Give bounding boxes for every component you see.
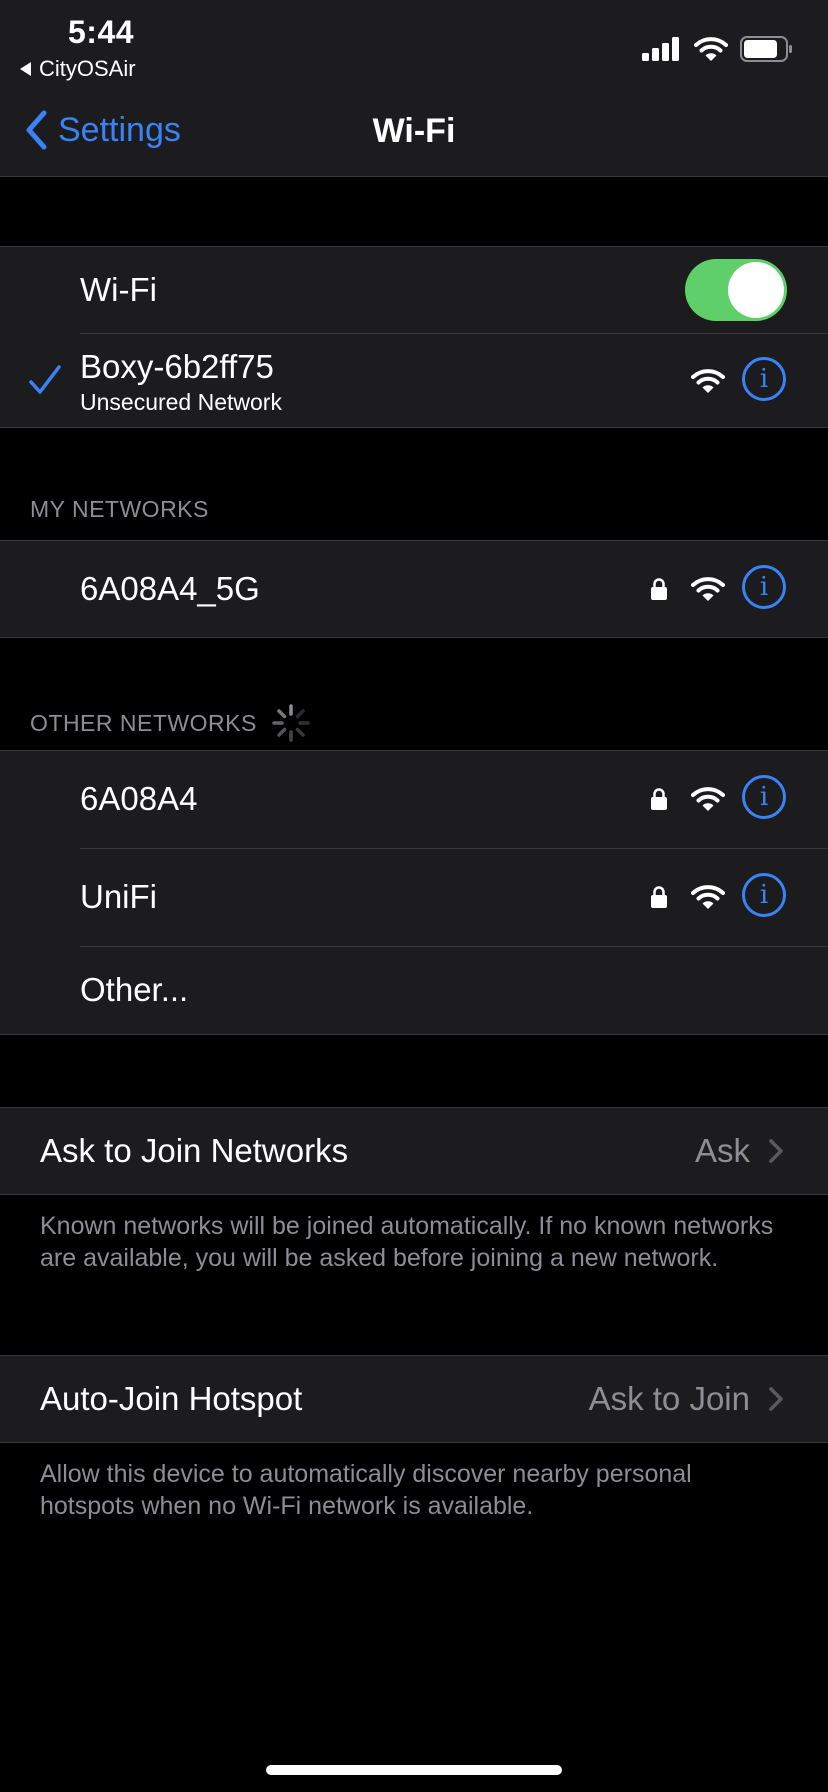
other-networks-group: 6A08A4 i UniFi i Other...	[0, 750, 828, 1035]
back-app-label: CityOSAir	[39, 56, 136, 81]
page-title: Wi-Fi	[372, 112, 456, 150]
checkmark-icon	[29, 365, 61, 394]
network-name: 6A08A4	[80, 780, 198, 817]
wifi-toggle-label: Wi-Fi	[80, 271, 157, 308]
info-button[interactable]: i	[742, 357, 786, 401]
ask-to-join-group: Ask to Join Networks Ask	[0, 1107, 828, 1195]
wifi-signal-icon	[691, 885, 725, 909]
ask-to-join-value: Ask	[694, 1132, 750, 1169]
auto-join-group: Auto-Join Hotspot Ask to Join	[0, 1355, 828, 1443]
wifi-signal-icon	[691, 577, 725, 601]
wifi-toggle[interactable]	[685, 259, 787, 321]
connected-network-row[interactable]: Boxy-6b2ff75 Unsecured Network i	[0, 334, 828, 427]
status-time: 5:44	[68, 14, 135, 50]
back-triangle-icon	[20, 62, 31, 76]
toggle-knob	[728, 262, 784, 318]
auto-join-label: Auto-Join Hotspot	[40, 1380, 303, 1417]
wifi-signal-icon	[691, 369, 725, 393]
ask-to-join-footer: Known networks will be joined automatica…	[40, 1212, 774, 1272]
auto-join-row[interactable]: Auto-Join Hotspot Ask to Join	[0, 1356, 828, 1442]
auto-join-footer: Allow this device to automatically disco…	[40, 1460, 692, 1520]
other-networks-title: OTHER NETWORKS	[30, 709, 257, 736]
wifi-signal-icon	[691, 787, 725, 811]
info-button[interactable]: i	[742, 775, 786, 819]
status-icons	[642, 36, 794, 62]
lock-icon	[651, 886, 667, 908]
network-row[interactable]: 6A08A4 i	[0, 751, 828, 848]
cellular-signal-icon	[642, 37, 679, 61]
connected-network-name: Boxy-6b2ff75	[80, 348, 274, 385]
battery-icon	[740, 36, 792, 62]
loading-spinner-icon	[272, 704, 310, 742]
other-network-label: Other...	[80, 971, 189, 1008]
info-button[interactable]: i	[742, 873, 786, 917]
chevron-right-icon	[769, 1387, 783, 1411]
wifi-status-icon	[694, 37, 728, 61]
ask-to-join-row[interactable]: Ask to Join Networks Ask	[0, 1108, 828, 1194]
network-row[interactable]: 6A08A4_5G i	[0, 541, 828, 637]
network-name: UniFi	[80, 878, 158, 915]
auto-join-value: Ask to Join	[588, 1380, 750, 1417]
other-networks-header: OTHER NETWORKS	[30, 703, 311, 743]
lock-icon	[651, 788, 667, 810]
my-networks-group: 6A08A4_5G i	[0, 540, 828, 638]
other-network-row[interactable]: Other...	[0, 947, 828, 1034]
wifi-toggle-row: Wi-Fi	[0, 247, 828, 334]
network-name: 6A08A4_5G	[80, 570, 260, 607]
lock-icon	[651, 578, 667, 600]
info-button[interactable]: i	[742, 565, 786, 609]
network-row[interactable]: UniFi i	[0, 849, 828, 946]
home-indicator[interactable]	[266, 1765, 562, 1775]
my-networks-header: MY NETWORKS	[30, 496, 209, 522]
ask-to-join-label: Ask to Join Networks	[40, 1132, 349, 1169]
back-to-app-link[interactable]: CityOSAir	[20, 56, 136, 82]
chevron-right-icon	[769, 1139, 783, 1163]
wifi-group: Wi-Fi Boxy-6b2ff75 Unsecured Network i	[0, 246, 828, 428]
connected-network-subtitle: Unsecured Network	[80, 389, 282, 415]
